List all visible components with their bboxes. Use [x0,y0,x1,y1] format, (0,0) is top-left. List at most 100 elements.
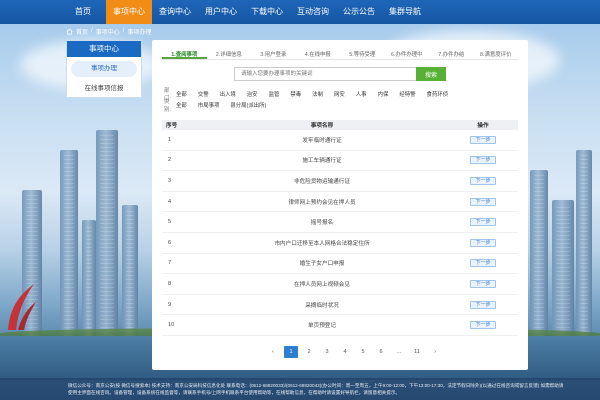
filter-category-option[interactable]: 县分局(派出所) [230,101,266,109]
next-step-button[interactable]: 下一步 [470,156,496,165]
row-matter-name[interactable]: 采摘临时状况 [196,301,448,309]
row-operation: 下一步 [448,238,518,247]
step-4[interactable]: 4.在线申报 [296,50,341,59]
row-number: 4 [168,198,172,205]
pagination-page[interactable]: ... [392,346,406,358]
footer-line-2: 使用主界面在线咨询。设备管理，设备系统在线监督等，请联系手机号/上网手机联系平台… [68,390,401,395]
table-row: 4 律师网上预约会见在押人员 下一步 [162,192,518,213]
nav-item-5[interactable]: 互动咨询 [290,0,336,24]
filter-category-option[interactable]: 市局事项 [198,101,220,109]
table-row: 2 施工车辆通行证 下一步 [162,151,518,172]
row-matter-name[interactable]: 非危险货物运输通行证 [196,177,448,185]
breadcrumb-separator: / [91,28,93,34]
pagination-page[interactable]: 4 [338,346,352,358]
filter-department-option[interactable]: 出入境 [220,90,236,98]
nav-item-6[interactable]: 公示公告 [336,0,382,24]
header-op: 操作 [477,123,489,129]
sidebar-item-online-report[interactable]: 在线事项信报 [67,81,141,97]
next-step-button[interactable]: 下一步 [470,197,496,206]
table-row: 7 婚生子女户口申报 下一步 [162,254,518,275]
sidebar-item-matter-handling[interactable]: 事项办理 [71,61,137,77]
filter-department-option[interactable]: 食药环侦 [427,90,449,98]
filter-department-option[interactable]: 禁毒 [290,90,301,98]
sidebar: 事项中心 事项办理 在线事项信报 [66,40,142,98]
table-row: 9 采摘临时状况 下一步 [162,295,518,316]
row-matter-name[interactable]: 摇号报名 [196,218,448,226]
pagination-page[interactable]: 11 [410,346,424,358]
step-3[interactable]: 3.用户登录 [251,50,296,59]
filter-department-option[interactable]: 人事 [356,90,367,98]
table-row: 6 市内户口迁移至本人网格合法稳定住所 下一步 [162,233,518,254]
row-matter-name[interactable]: 发牢临时通行证 [196,136,448,144]
pagination-page[interactable]: 6 [374,346,388,358]
breadcrumb-separator: / [122,28,125,34]
next-step-button[interactable]: 下一步 [470,300,496,309]
nav-item-7[interactable]: 集群导航 [382,0,428,24]
pagination-page[interactable]: 3 [320,346,334,358]
filter-category-option[interactable]: 全部 [176,101,187,109]
filter-department: 部门: 全部 交警 出入境 治安 监管 禁毒 法制 网安 人事 内保 经特警 食药环侦 [164,88,459,102]
step-5[interactable]: 5.等待受理 [340,50,385,59]
sculpture-icon [8,284,36,330]
row-number: 3 [168,177,172,184]
pagination-page[interactable]: 5 [356,346,370,358]
nav-item-2[interactable]: 查询中心 [152,0,198,24]
nav-item-3[interactable]: 用户中心 [198,0,244,24]
pagination-prev-button[interactable]: ‹ [266,346,280,358]
search-button[interactable]: 搜索 [416,67,446,81]
row-number: 10 [168,322,175,329]
step-1[interactable]: 1.查阅事项 [162,50,207,59]
filter-department-option[interactable]: 治安 [247,90,258,98]
row-matter-name[interactable]: 律师网上预约会见在押人员 [196,198,448,206]
filter-department-option[interactable]: 经特警 [399,90,415,98]
row-number: 8 [168,280,172,287]
nav-item-1[interactable]: 事项中心 [106,0,152,24]
pagination-page[interactable]: 1 [284,346,298,358]
filter-department-option[interactable]: 网安 [334,90,345,98]
nav-item-0[interactable]: 首页 [60,0,106,24]
next-step-button[interactable]: 下一步 [470,238,496,247]
row-number: 7 [168,260,172,267]
filter-department-option[interactable]: 交警 [198,90,209,98]
step-6[interactable]: 6.办件办理中 [385,50,430,59]
home-icon [66,28,73,35]
next-step-button[interactable]: 下一步 [470,321,496,330]
table-header: 序号 事项名称 操作 [162,120,518,130]
row-matter-name[interactable]: 在押人员网上视频会见 [196,280,448,288]
header-name: 事项名称 [310,123,334,129]
pagination: ‹ 1 2 3 4 5 6... 11 › [266,346,442,358]
table-body: 1 发牢临时通行证 下一步 2 施工车辆通行证 下一步 3 非危险货物运输通行证 下一步 4 律师网… [162,130,518,336]
pagination-page[interactable]: 2 [302,346,316,358]
filter-category-label: 类别: [164,99,171,113]
row-matter-name[interactable]: 婚生子女户口申报 [196,259,448,267]
nav-item-4[interactable]: 下载中心 [244,0,290,24]
next-step-button[interactable]: 下一步 [470,176,496,185]
next-step-button[interactable]: 下一步 [470,135,496,144]
row-number: 1 [168,136,172,143]
table-row: 3 非危险货物运输通行证 下一步 [162,171,518,192]
breadcrumb-home[interactable]: 首页 [76,27,88,36]
row-operation: 下一步 [448,197,518,206]
filter-department-option[interactable]: 监管 [269,90,280,98]
step-2[interactable]: 2.详细信息 [207,50,252,59]
filter-department-option[interactable]: 法制 [312,90,323,98]
step-7[interactable]: 7.办件办结 [429,50,474,59]
row-operation: 下一步 [448,218,518,227]
filter-department-option[interactable]: 全部 [176,90,187,98]
row-matter-name[interactable]: 单页预登记 [196,321,448,329]
search-bar: 搜索 [234,67,446,81]
sidebar-title: 事项中心 [67,41,141,57]
breadcrumb-item-center[interactable]: 事项中心 [96,27,120,36]
filter-department-option[interactable]: 内保 [378,90,389,98]
row-matter-name[interactable]: 施工车辆通行证 [196,156,448,164]
next-step-button[interactable]: 下一步 [470,259,496,268]
pagination-next-button[interactable]: › [428,346,442,358]
row-operation: 下一步 [448,300,518,309]
step-8[interactable]: 8.满意度评价 [474,50,519,59]
breadcrumb: 首页 / 事项中心 / 事项办理 [66,26,151,36]
row-number: 9 [168,301,172,308]
next-step-button[interactable]: 下一步 [470,279,496,288]
next-step-button[interactable]: 下一步 [470,218,496,227]
search-input[interactable] [234,67,416,81]
row-matter-name[interactable]: 市内户口迁移至本人网格合法稳定住所 [196,239,448,247]
